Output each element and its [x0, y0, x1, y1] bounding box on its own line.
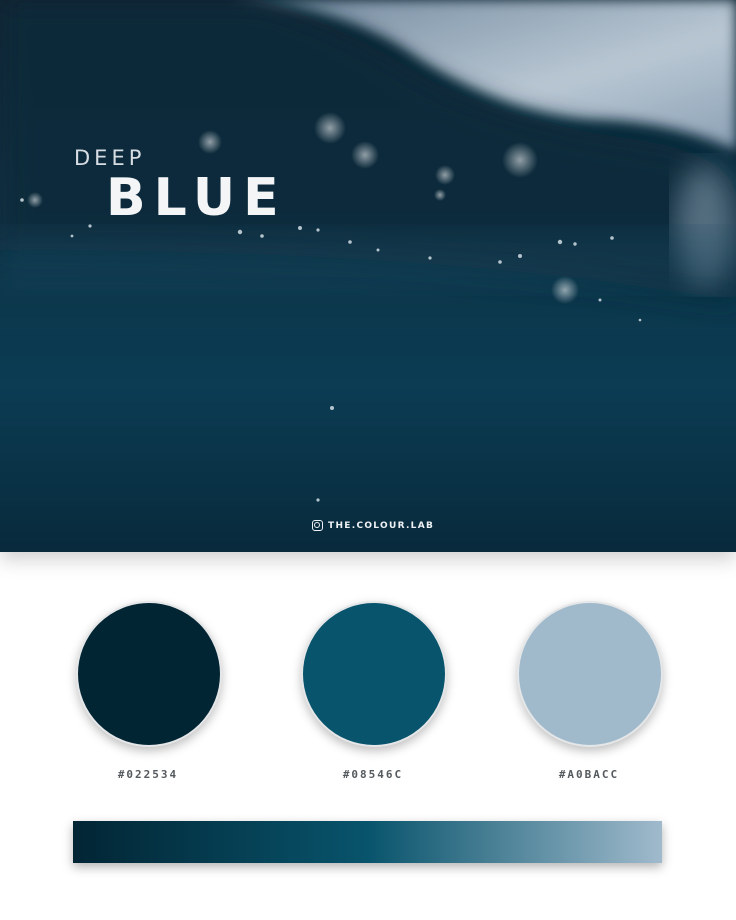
- instagram-icon: [312, 520, 323, 531]
- credit[interactable]: THE.COLOUR.LAB: [312, 520, 434, 531]
- title-deep: DEEP: [74, 146, 146, 170]
- title-blue: BLUE: [106, 168, 287, 228]
- credit-handle: THE.COLOUR.LAB: [328, 520, 435, 531]
- swatch-teal-blue: [301, 601, 447, 747]
- gradient-bar: [73, 821, 662, 863]
- swatch-code-3: #A0BACC: [558, 768, 620, 781]
- swatch-dark-navy: [76, 601, 222, 747]
- ocean-photo: [0, 0, 736, 552]
- swatch-code-2: #08546C: [342, 768, 404, 781]
- hero-photo: DEEP BLUE THE.COLOUR.LAB: [0, 0, 736, 552]
- swatch-code-1: #022534: [117, 768, 179, 781]
- swatch-light-slate: [517, 601, 663, 747]
